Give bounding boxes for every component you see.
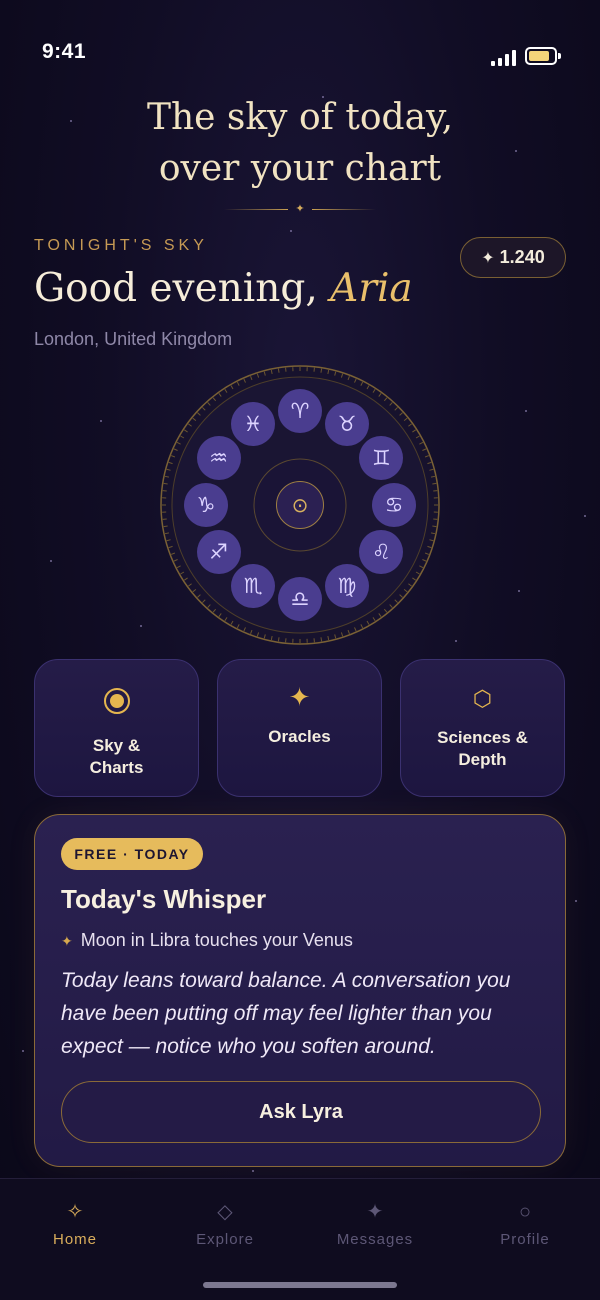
greeting-salutation: Good evening, [34, 266, 318, 311]
hexagon-icon: ⬡ [472, 686, 493, 711]
tile-sky-charts[interactable]: Sky & Charts [34, 659, 199, 797]
sign-libra[interactable]: ♎ [278, 577, 322, 621]
headline-line-1: The sky of today, [146, 97, 454, 138]
tab-explore[interactable]: ◇ Explore [165, 1197, 285, 1248]
app-screen: 9:41 The sky of today, over your chart ✦… [0, 0, 600, 1300]
greeting-title: Good evening, Aria [34, 266, 413, 311]
headline-line-2: over your chart [158, 148, 442, 189]
free-today-badge: FREE · TODAY [61, 838, 203, 870]
section-eyebrow: TONIGHT'S SKY [34, 237, 208, 254]
whisper-card: FREE · TODAY Today's Whisper ✦ Moon in Li… [34, 814, 566, 1167]
transit-text: Moon in Libra touches your Venus [80, 930, 353, 950]
tile-label: Sky & Charts [89, 736, 144, 777]
signal-icon [491, 49, 517, 66]
credits-badge[interactable]: ✦ 1.240 [460, 237, 566, 278]
sign-pisces[interactable]: ♓ [231, 401, 275, 446]
tile-label: Oracles [268, 727, 331, 746]
home-indicator [203, 1282, 397, 1288]
whisper-body: Today leans toward balance. A conversati… [61, 969, 511, 1058]
ask-lyra-button[interactable]: Ask Lyra [61, 1081, 541, 1143]
tab-profile[interactable]: ○ Profile [465, 1197, 585, 1248]
tile-oracles[interactable]: ✦ Oracles [217, 659, 382, 797]
tile-label: Sciences & Depth [437, 728, 528, 769]
sign-aquarius[interactable]: ♒ [196, 436, 241, 480]
transit-line: ✦ Moon in Libra touches your Venus [61, 930, 353, 951]
star-icon: ✦ [366, 1201, 384, 1223]
status-bar: 9:41 [0, 0, 600, 90]
sun-icon [35, 688, 198, 719]
tile-sciences-depth[interactable]: ⬡ Sciences & Depth [400, 659, 565, 797]
sign-capricorn[interactable]: ♑ [184, 483, 228, 527]
sign-cancer[interactable]: ♋ [372, 483, 416, 527]
sparkle-icon: ✦ [288, 682, 311, 712]
sparkle-icon: ✦ [61, 933, 73, 949]
headline-divider: ✦ [224, 203, 376, 215]
credits-count: 1.240 [499, 247, 545, 267]
sign-sagittarius[interactable]: ♐ [196, 530, 241, 574]
sparkle-outline-icon: ✧ [66, 1201, 84, 1223]
sparkle-icon: ✦ [295, 203, 305, 215]
sign-aries[interactable]: ♈ [278, 389, 322, 433]
circle-icon: ○ [518, 1201, 532, 1223]
status-time: 9:41 [42, 40, 87, 63]
zodiac-wheel[interactable]: ♈ ♉ ♊ ♋ ♌ ♍ ♎ ♏ ♐ ♑ ♒ ♓ ⊙ [159, 364, 441, 646]
sign-taurus[interactable]: ♉ [325, 401, 369, 446]
sparkle-icon: ✦ [481, 249, 495, 267]
user-name: Aria [330, 266, 413, 311]
user-location: London, United Kingdom [34, 329, 233, 349]
whisper-title: Today's Whisper [61, 884, 267, 914]
tab-messages[interactable]: ✦ Messages [315, 1197, 435, 1248]
tab-home[interactable]: ✧ Home [15, 1197, 135, 1248]
sun-center-icon[interactable]: ⊙ [276, 481, 324, 529]
page-headline: The sky of today, over your chart [0, 92, 600, 194]
diamond-icon: ◇ [217, 1201, 233, 1223]
battery-icon [525, 47, 561, 65]
